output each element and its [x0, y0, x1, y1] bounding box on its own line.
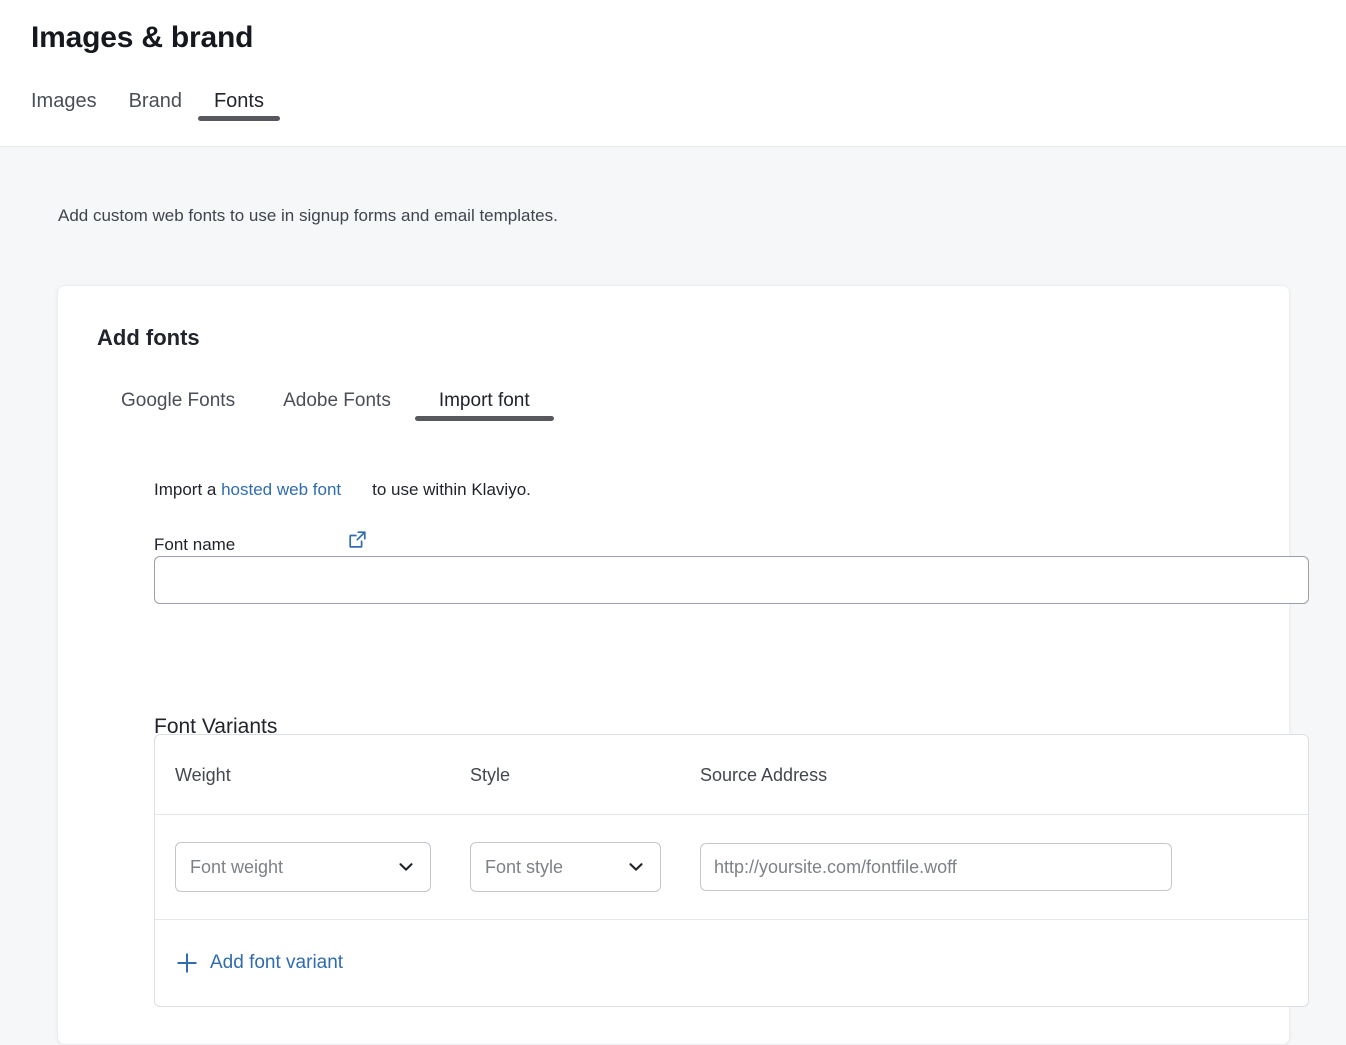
font-weight-select[interactable]: Font weight — [175, 842, 431, 892]
font-variants-table: Weight Style Source Address Font weight — [154, 734, 1309, 1007]
table-header-row: Weight Style Source Address — [155, 735, 1308, 815]
tab-brand[interactable]: Brand — [113, 88, 198, 144]
page-title: Images & brand — [31, 18, 253, 58]
add-variant-row: Add font variant — [155, 920, 1308, 1006]
font-style-select[interactable]: Font style — [470, 842, 661, 892]
add-font-variant-label: Add font variant — [210, 951, 343, 975]
chevron-down-icon — [396, 857, 416, 877]
page-header: Images & brand Images Brand Fonts — [0, 0, 1346, 147]
cell-style: Font style — [470, 842, 700, 892]
tab-import-font-label: Import font — [439, 390, 530, 411]
column-header-source-address: Source Address — [700, 763, 1288, 787]
import-description-prefix: Import a — [154, 478, 221, 502]
tab-google-fonts[interactable]: Google Fonts — [97, 388, 259, 440]
table-row: Font weight Font style — [155, 815, 1308, 920]
cell-weight: Font weight — [175, 842, 470, 892]
card-title: Add fonts — [97, 324, 200, 352]
tab-fonts[interactable]: Fonts — [198, 88, 280, 144]
hosted-web-font-link[interactable]: hosted web font — [221, 478, 341, 502]
plus-icon — [175, 951, 199, 975]
font-weight-select-wrap: Font weight — [175, 842, 431, 892]
cell-source-address — [700, 843, 1288, 891]
tab-import-font[interactable]: Import font — [415, 388, 554, 440]
source-address-input[interactable] — [700, 843, 1172, 891]
tab-brand-label: Brand — [129, 90, 182, 112]
font-weight-select-value: Font weight — [190, 855, 388, 879]
tab-fonts-label: Fonts — [214, 90, 264, 112]
tab-adobe-fonts[interactable]: Adobe Fonts — [259, 388, 415, 440]
tab-images[interactable]: Images — [31, 88, 113, 144]
header-tabs: Images Brand Fonts — [31, 88, 280, 144]
font-name-label: Font name — [154, 533, 235, 557]
column-header-weight: Weight — [175, 763, 470, 787]
font-style-select-value: Font style — [485, 855, 618, 879]
import-description: Import a hosted web font to use within K… — [154, 478, 531, 502]
tab-adobe-fonts-label: Adobe Fonts — [283, 390, 391, 411]
import-description-suffix: to use within Klaviyo. — [372, 478, 531, 502]
tab-images-label: Images — [31, 90, 97, 112]
font-source-tabs: Google Fonts Adobe Fonts Import font — [97, 388, 554, 440]
column-header-style: Style — [470, 763, 700, 787]
intro-text: Add custom web fonts to use in signup fo… — [58, 204, 558, 228]
font-name-input[interactable] — [154, 556, 1309, 604]
add-font-variant-button[interactable]: Add font variant — [175, 951, 343, 975]
tab-google-fonts-label: Google Fonts — [121, 390, 235, 411]
font-style-select-wrap: Font style — [470, 842, 661, 892]
chevron-down-icon — [626, 857, 646, 877]
add-fonts-card: Add fonts Google Fonts Adobe Fonts Impor… — [57, 285, 1290, 1045]
external-link-icon[interactable] — [348, 482, 367, 501]
